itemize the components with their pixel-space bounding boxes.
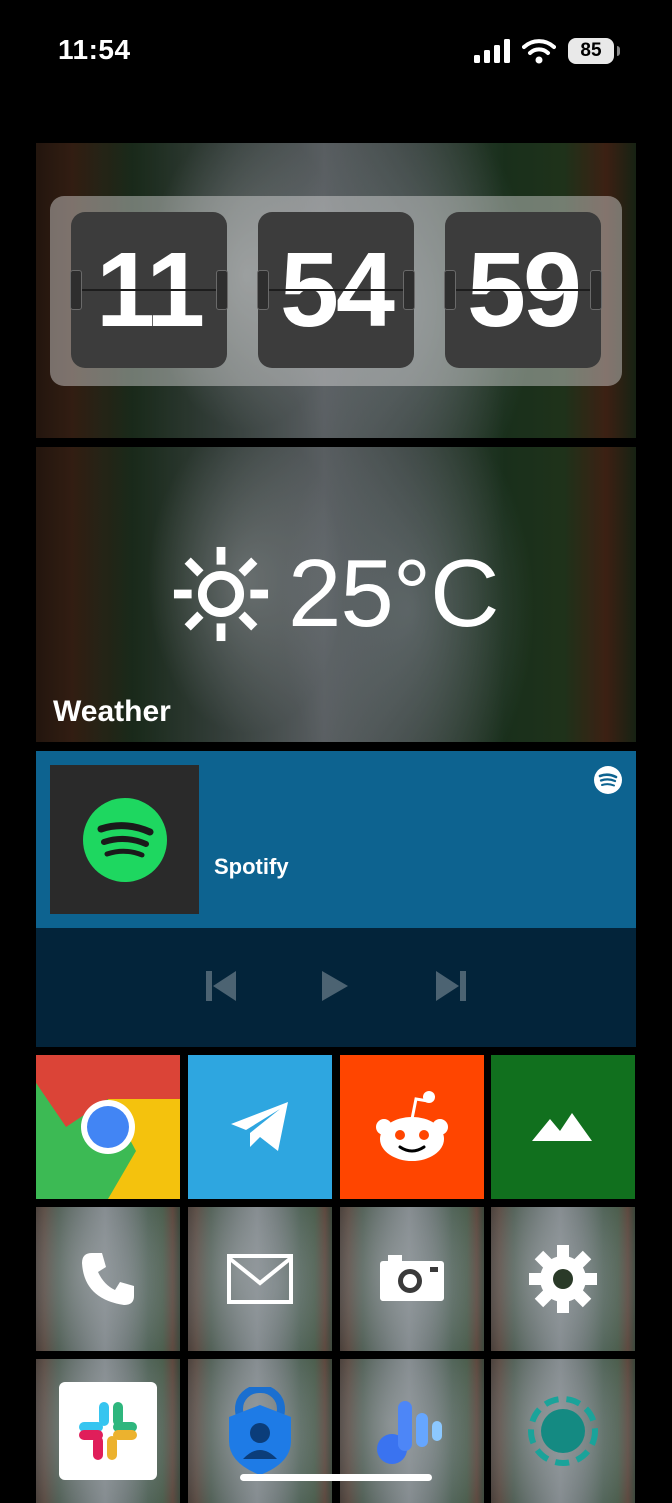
weather-main: 25°C xyxy=(172,545,499,643)
signal-icon xyxy=(474,39,510,63)
next-track-icon[interactable] xyxy=(434,968,468,1004)
album-art[interactable] xyxy=(50,765,199,914)
weather-label: Weather xyxy=(53,695,171,728)
phone-icon xyxy=(82,1253,134,1305)
authenticator-icon xyxy=(229,1387,291,1475)
slack-icon xyxy=(79,1402,137,1460)
gear-icon xyxy=(529,1245,597,1313)
weather-temperature: 25°C xyxy=(288,540,499,647)
status-icons: 85 xyxy=(474,38,620,64)
spotify-title: Spotify xyxy=(214,854,289,879)
spotify-controls xyxy=(36,928,636,1047)
chrome-icon xyxy=(36,1055,180,1199)
dashed-circle-icon xyxy=(528,1396,598,1466)
mountain-icon xyxy=(532,1113,592,1141)
spotify-logo-icon xyxy=(82,797,167,882)
voice-assistant-tile[interactable] xyxy=(340,1359,484,1503)
clock-minutes-card: 54 xyxy=(257,212,415,368)
mountain-tile[interactable] xyxy=(491,1055,635,1199)
previous-track-icon[interactable] xyxy=(204,968,238,1004)
flip-clock-panel: 11 54 59 xyxy=(50,196,622,386)
spotify-small-icon xyxy=(594,766,622,794)
authenticator-tile[interactable] xyxy=(188,1359,332,1503)
voice-assistant-icon xyxy=(377,1401,442,1464)
clock-widget[interactable]: 11 54 59 xyxy=(36,143,636,438)
reddit-icon xyxy=(376,1091,448,1161)
status-time: 11:54 xyxy=(58,34,131,65)
status-bar: 11:54 85 xyxy=(0,0,672,110)
mail-tile[interactable] xyxy=(188,1207,332,1351)
home-indicator[interactable] xyxy=(240,1474,432,1481)
weather-widget[interactable]: 25°C Weather xyxy=(36,447,636,742)
wifi-icon xyxy=(522,39,556,64)
play-icon[interactable] xyxy=(320,968,350,1004)
camera-tile[interactable] xyxy=(340,1207,484,1351)
settings-tile[interactable] xyxy=(491,1207,635,1351)
mail-icon xyxy=(227,1254,293,1304)
telegram-icon xyxy=(231,1102,288,1151)
spotify-info: Spotify xyxy=(36,751,636,928)
clock-hours-card: 11 xyxy=(70,212,228,368)
battery-indicator: 85 xyxy=(568,38,620,64)
spotify-corner-logo xyxy=(593,765,623,800)
sun-icon xyxy=(173,546,269,642)
slack-tile[interactable] xyxy=(36,1359,180,1503)
slack-badge xyxy=(59,1382,157,1480)
spotify-widget[interactable]: Spotify xyxy=(36,751,636,1047)
clock-seconds-card: 59 xyxy=(444,212,602,368)
camera-icon xyxy=(380,1255,444,1301)
reddit-tile[interactable] xyxy=(340,1055,484,1199)
chrome-tile[interactable] xyxy=(36,1055,180,1199)
telegram-tile[interactable] xyxy=(188,1055,332,1199)
phone-tile[interactable] xyxy=(36,1207,180,1351)
loading-tile[interactable] xyxy=(491,1359,635,1503)
